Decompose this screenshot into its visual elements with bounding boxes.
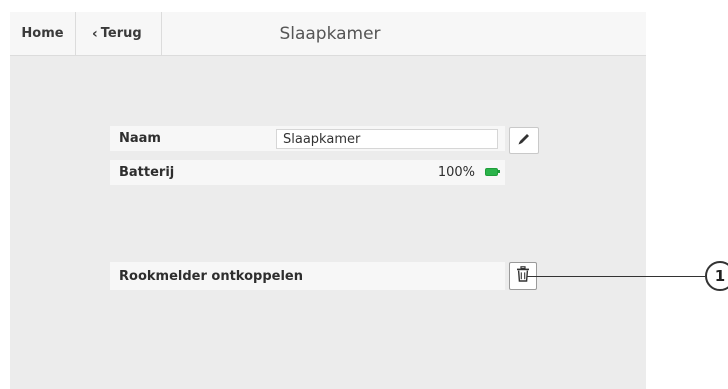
battery-label: Batterij <box>119 165 175 180</box>
pencil-icon <box>516 131 532 151</box>
back-button-label: Terug <box>100 26 142 41</box>
back-button[interactable]: ‹ Terug <box>76 12 162 55</box>
name-row: Naam <box>110 126 505 151</box>
home-button[interactable]: Home <box>10 12 76 55</box>
callout-badge: 1 <box>705 261 728 291</box>
name-label: Naam <box>119 131 161 146</box>
chevron-left-icon: ‹ <box>92 25 98 42</box>
home-button-label: Home <box>21 26 64 41</box>
battery-row: Batterij 100% <box>110 160 505 185</box>
edit-name-button[interactable] <box>509 127 539 154</box>
callout-line <box>527 276 705 277</box>
name-field[interactable] <box>276 129 498 149</box>
page-title: Slaapkamer <box>279 23 381 44</box>
battery-full-icon <box>485 168 500 176</box>
top-navigation-bar: Home ‹ Terug Slaapkamer <box>10 12 646 56</box>
disconnect-label: Rookmelder ontkoppelen <box>119 268 303 284</box>
callout-number: 1 <box>714 267 726 285</box>
app-frame: Home ‹ Terug Slaapkamer Naam Batterij 10… <box>10 12 646 389</box>
battery-percentage: 100% <box>437 165 475 180</box>
disconnect-smoke-detector-row: Rookmelder ontkoppelen <box>110 262 505 290</box>
